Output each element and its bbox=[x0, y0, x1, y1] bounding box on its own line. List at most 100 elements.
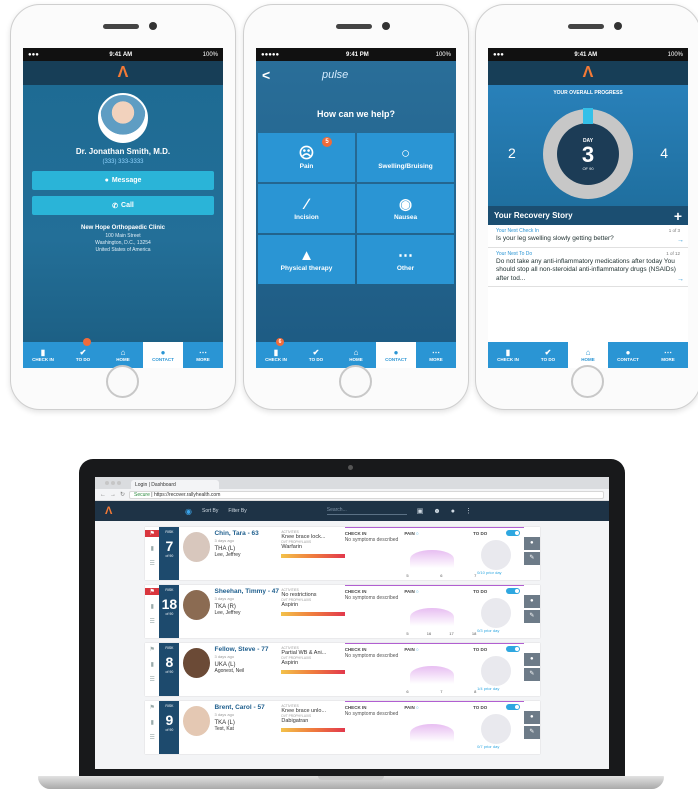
address-bar[interactable]: Secure | https://recover.rallyhealth.com bbox=[129, 490, 604, 499]
symptom-nausea[interactable]: ◉ Nausea bbox=[357, 184, 454, 233]
checkin-badge: 6 bbox=[276, 338, 284, 346]
surgeon: Agonest, Neil bbox=[214, 668, 245, 674]
prev-day[interactable]: 2 bbox=[508, 145, 516, 161]
doctor-phone[interactable]: (333) 333-3333 bbox=[23, 159, 223, 165]
sort-by-dropdown[interactable]: Sort By bbox=[202, 508, 218, 514]
call-button[interactable]: ✆ Call bbox=[32, 196, 214, 215]
symptom-pain[interactable]: 5 ☹ Pain bbox=[258, 133, 355, 182]
patient-name[interactable]: Fellow, Steve - 77 bbox=[214, 646, 281, 653]
tab-to-do[interactable]: ✔ TO DO bbox=[528, 342, 568, 368]
chat-icon[interactable]: ● bbox=[451, 508, 455, 515]
tab-more[interactable]: ⋯ MORE bbox=[183, 342, 223, 368]
arrow-right-icon[interactable]: → bbox=[677, 237, 684, 244]
arrow-right-icon[interactable]: → bbox=[677, 276, 684, 283]
edit-icon[interactable]: ✎ bbox=[523, 610, 540, 623]
flag-icon[interactable]: ⚑ bbox=[150, 646, 155, 653]
signal-icon: ●●● bbox=[28, 51, 39, 58]
tab-more[interactable]: ⋯ MORE bbox=[648, 342, 688, 368]
add-user-icon[interactable]: ☻ bbox=[433, 508, 440, 515]
symptom-physical-therapy[interactable]: ▲ Physical therapy bbox=[258, 235, 355, 284]
scalpel-icon: ∕ bbox=[305, 196, 308, 213]
edit-icon[interactable]: ✎ bbox=[523, 726, 540, 739]
app-logo: Λ bbox=[105, 505, 113, 517]
tab-check-in[interactable]: ▮ CHECK IN bbox=[488, 342, 528, 368]
message-icon[interactable]: ● bbox=[523, 537, 540, 550]
filter-by-dropdown[interactable]: Filter By bbox=[228, 508, 246, 514]
info-icon[interactable]: ○ bbox=[416, 589, 419, 594]
tab-to-do[interactable]: ✔ TO DO bbox=[296, 342, 336, 368]
patient-name[interactable]: Brent, Carol - 57 bbox=[214, 704, 281, 711]
clipboard-icon[interactable]: ▣ bbox=[417, 507, 424, 515]
patient-name[interactable]: Sheehan, Timmy - 47 bbox=[214, 588, 281, 595]
message-icon[interactable]: ● bbox=[523, 653, 540, 666]
tab-to-do[interactable]: ✔ TO DO bbox=[63, 338, 103, 368]
help-screen: ●●●●● 9:41 PM 100% < pulse How can we he… bbox=[256, 48, 456, 368]
home-icon: ⌂ bbox=[585, 348, 591, 357]
forward-icon[interactable]: → bbox=[110, 492, 116, 498]
alerts-toggle[interactable] bbox=[505, 530, 520, 536]
home-button[interactable] bbox=[571, 365, 604, 398]
message-button[interactable]: ● Message bbox=[32, 171, 214, 190]
alerts-toggle[interactable] bbox=[505, 704, 520, 710]
pain-chart bbox=[410, 724, 455, 742]
patient-row[interactable]: ⚑ ▮ ☰ RISK 8 of 90 Fellow, Steve - 77 3 … bbox=[145, 643, 540, 696]
info-icon[interactable]: ○ bbox=[416, 531, 419, 536]
home-button[interactable] bbox=[339, 365, 372, 398]
tab-more[interactable]: ⋯ MORE bbox=[416, 342, 456, 368]
doctor-name: Dr. Jonathan Smith, M.D. bbox=[75, 147, 171, 156]
laptop-display: Login | Dashboard ← → ↻ Secure | https:/… bbox=[95, 477, 609, 769]
tab-check-in[interactable]: ▮ CHECK IN bbox=[23, 342, 63, 368]
window-controls bbox=[105, 481, 121, 485]
message-icon[interactable]: ● bbox=[523, 595, 540, 608]
alerts-toggle[interactable] bbox=[505, 646, 520, 652]
search-input[interactable]: Search... bbox=[326, 507, 407, 515]
next-day[interactable]: 4 bbox=[660, 145, 668, 161]
pain-chart-ticks: 567 bbox=[406, 573, 477, 578]
menu-icon[interactable]: ⋮ bbox=[465, 507, 472, 515]
back-icon[interactable]: ← bbox=[100, 492, 106, 498]
clinic-address: 100 Main Street Washington, D.C., 13254 … bbox=[95, 233, 151, 253]
flag-icon[interactable]: ⚑ bbox=[150, 704, 155, 711]
signal-icon: ●●● bbox=[493, 51, 504, 58]
patient-name[interactable]: Chin, Tara - 63 bbox=[214, 530, 281, 537]
patient-row[interactable]: ⚑ ▮ ☰ RISK 18 of 90 Sheehan, Timmy - 47 … bbox=[145, 585, 540, 638]
grid-view-icon[interactable]: ◉ bbox=[185, 507, 192, 516]
tab-check-in[interactable]: 6 ▮ CHECK IN bbox=[256, 338, 296, 368]
tab-contact[interactable]: ● CONTACT bbox=[376, 342, 416, 368]
phone-camera bbox=[614, 22, 622, 30]
flag-icon[interactable]: ⚑ bbox=[145, 588, 160, 595]
risk-bar bbox=[281, 612, 345, 616]
symptom-incision[interactable]: ∕ Incision bbox=[258, 184, 355, 233]
pain-chart bbox=[410, 666, 455, 684]
message-icon[interactable]: ● bbox=[523, 711, 540, 724]
tab-contact[interactable]: ● CONTACT bbox=[143, 342, 183, 368]
info-icon[interactable]: ○ bbox=[416, 647, 419, 652]
back-button[interactable]: < bbox=[262, 67, 322, 83]
symptom-swelling[interactable]: ○ Swelling/Bruising bbox=[357, 133, 454, 182]
todo-progress bbox=[481, 714, 512, 744]
patient-row[interactable]: ⚑ ▮ ☰ RISK 9 of 90 Brent, Carol - 57 3 d… bbox=[145, 701, 540, 754]
browser-tab[interactable]: Login | Dashboard bbox=[131, 480, 219, 489]
todo-progress bbox=[481, 656, 512, 686]
flag-icon[interactable]: ⚑ bbox=[145, 530, 160, 537]
check-icon: ✔ bbox=[312, 348, 320, 357]
add-icon[interactable]: + bbox=[674, 208, 682, 224]
dashboard-header: Λ ◉ Sort By Filter By Search... ▣ ☻ ● ⋮ bbox=[95, 501, 609, 521]
alerts-toggle[interactable] bbox=[505, 588, 520, 594]
next-to-do-card[interactable]: Your Next To Do 1 of 12 Do not take any a… bbox=[488, 248, 688, 287]
home-button[interactable] bbox=[106, 365, 139, 398]
edit-icon[interactable]: ✎ bbox=[523, 668, 540, 681]
next-check-in-card[interactable]: Your Next Check In 1 of 3 Is your leg swe… bbox=[488, 225, 688, 248]
edit-icon[interactable]: ✎ bbox=[523, 552, 540, 565]
row-actions: ● ✎ bbox=[523, 643, 540, 696]
patient-list: ⚑ ▮ ☰ RISK 7 of 90 Chin, Tara - 63 3 day… bbox=[95, 521, 609, 754]
patient-row[interactable]: ⚑ ▮ ☰ RISK 7 of 90 Chin, Tara - 63 3 day… bbox=[145, 527, 540, 580]
help-question: How can we help? bbox=[316, 109, 395, 119]
reload-icon[interactable]: ↻ bbox=[120, 491, 125, 498]
symptom-other[interactable]: ⋯ Other bbox=[357, 235, 454, 284]
info-icon[interactable]: ○ bbox=[416, 705, 419, 710]
row-actions: ● ✎ bbox=[523, 527, 540, 580]
tab-contact[interactable]: ● CONTACT bbox=[608, 342, 648, 368]
to-do-column: TO DO 0/7 prior day bbox=[473, 701, 524, 754]
activities-column: ACTIVITIES Partial WB & Ani... DVT PROPH… bbox=[281, 643, 345, 696]
